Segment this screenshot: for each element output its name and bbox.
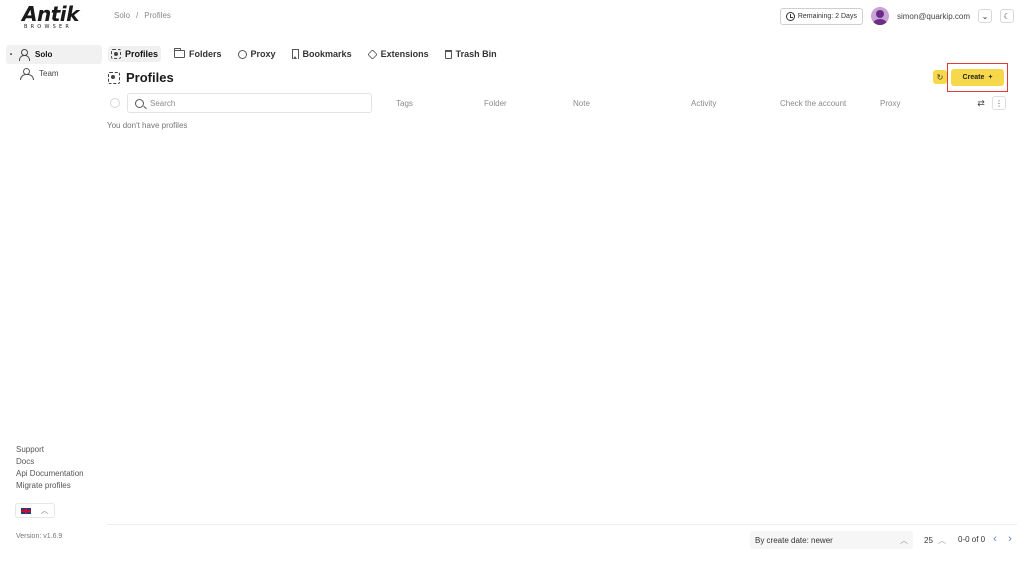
- support-link[interactable]: Support: [16, 444, 84, 456]
- tab-label: Extensions: [380, 49, 429, 59]
- column-note: Note: [573, 99, 590, 108]
- more-options-button[interactable]: ⋮: [992, 96, 1006, 110]
- search-icon: [135, 98, 144, 108]
- team-icon: [19, 68, 34, 80]
- next-page-button[interactable]: ›: [1004, 532, 1016, 546]
- refresh-button[interactable]: ↻: [933, 70, 947, 84]
- sidebar-item-team[interactable]: Team: [6, 64, 102, 83]
- column-activity: Activity: [691, 99, 717, 108]
- tab-profiles[interactable]: Profiles: [108, 46, 162, 62]
- person-icon: [19, 49, 30, 61]
- avatar[interactable]: [870, 7, 889, 25]
- sidebar-item-label: Solo: [35, 50, 53, 59]
- filter-icon[interactable]: ⇄: [975, 97, 987, 109]
- sidebar-item-label: Team: [39, 69, 59, 78]
- tab-bookmarks[interactable]: Bookmarks: [289, 46, 355, 62]
- version-label: Version: v1.6.9: [16, 533, 63, 540]
- breadcrumb: Solo / Profiles: [114, 11, 171, 20]
- table-header: Tags Folder Note Activity Check the acco…: [107, 93, 1007, 113]
- sidebar-links: Support Docs Api Documentation Migrate p…: [16, 444, 84, 492]
- tab-label: Proxy: [250, 49, 276, 59]
- refresh-icon: ↻: [936, 72, 944, 82]
- chevron-down-icon: ⌄: [981, 11, 989, 21]
- chevron-up-icon: ︿: [40, 506, 49, 515]
- language-selector[interactable]: ︿: [15, 503, 55, 518]
- create-button[interactable]: Create +: [951, 69, 1004, 86]
- user-email[interactable]: simon@quarkip.com: [897, 12, 970, 21]
- bookmark-icon: [291, 49, 299, 59]
- tab-label: Bookmarks: [302, 49, 352, 59]
- folder-icon: [174, 48, 186, 58]
- breadcrumb-separator: /: [136, 11, 139, 20]
- clock-icon: [785, 11, 795, 21]
- column-check-account: Check the account: [780, 99, 847, 108]
- create-highlight: Create +: [947, 63, 1008, 92]
- empty-state-message: You don't have profiles: [107, 121, 188, 130]
- prev-page-button[interactable]: ‹: [989, 532, 1001, 546]
- per-page-select[interactable]: 25 ︿: [920, 531, 950, 549]
- tab-label: Profiles: [125, 49, 159, 59]
- plus-icon: +: [988, 74, 993, 81]
- chevron-left-icon: ‹: [993, 533, 997, 545]
- uk-flag-icon: [20, 507, 31, 514]
- app-logo[interactable]: Antik BROWSER: [22, 4, 82, 32]
- column-tags: Tags: [396, 99, 413, 108]
- tab-extensions[interactable]: Extensions: [365, 46, 432, 62]
- tab-trash-bin[interactable]: Trash Bin: [442, 46, 500, 62]
- extensions-icon: [366, 48, 378, 60]
- footer-divider: [107, 524, 1017, 525]
- page-header: Profiles: [108, 70, 174, 85]
- sort-label: By create date: newer: [755, 535, 833, 545]
- chevron-up-icon: ︿: [938, 535, 946, 545]
- breadcrumb-profiles: Profiles: [144, 11, 171, 20]
- chevron-up-icon: ︿: [900, 535, 908, 545]
- search-input[interactable]: [150, 98, 350, 108]
- profiles-icon: [111, 49, 121, 59]
- column-proxy: Proxy: [880, 99, 901, 108]
- tab-label: Trash Bin: [455, 49, 497, 59]
- active-bullet: •: [9, 51, 13, 58]
- breadcrumb-solo[interactable]: Solo: [114, 11, 130, 20]
- header-actions: Remaining: 2 Days simon@quarkip.com ⌄ ☾: [779, 7, 1014, 25]
- api-docs-link[interactable]: Api Documentation: [16, 468, 84, 480]
- column-folder: Folder: [484, 99, 507, 108]
- proxy-icon: [237, 49, 247, 59]
- chevron-right-icon: ›: [1008, 533, 1012, 545]
- per-page-value: 25: [924, 535, 933, 545]
- create-label: Create: [962, 74, 985, 81]
- tab-proxy[interactable]: Proxy: [235, 46, 279, 62]
- moon-icon: ☾: [1003, 11, 1011, 21]
- sidebar: • Solo Team: [6, 45, 102, 83]
- docs-link[interactable]: Docs: [16, 456, 84, 468]
- language-toggle[interactable]: ︿: [35, 504, 54, 517]
- more-icon: ⋮: [995, 98, 1003, 108]
- remaining-badge[interactable]: Remaining: 2 Days: [779, 7, 863, 25]
- theme-toggle-button[interactable]: ☾: [1000, 9, 1014, 23]
- main-tabs: Profiles Folders Proxy Bookmarks Extensi…: [108, 46, 500, 62]
- sort-select[interactable]: By create date: newer ︿: [750, 531, 913, 549]
- page-title: Profiles: [126, 70, 174, 85]
- sidebar-item-solo[interactable]: • Solo: [6, 45, 102, 64]
- pager-info: 0-0 of 0: [958, 535, 986, 544]
- trash-icon: [444, 49, 452, 59]
- profiles-icon: [108, 71, 120, 84]
- tab-label: Folders: [189, 49, 222, 59]
- logo-text: Antik: [22, 2, 79, 26]
- search-field[interactable]: [127, 93, 372, 113]
- select-all-checkbox[interactable]: [110, 98, 120, 108]
- migrate-profiles-link[interactable]: Migrate profiles: [16, 480, 84, 492]
- language-flag[interactable]: [16, 504, 35, 517]
- account-dropdown-button[interactable]: ⌄: [978, 9, 992, 23]
- tab-folders[interactable]: Folders: [171, 46, 225, 62]
- remaining-text: Remaining: 2 Days: [797, 12, 857, 20]
